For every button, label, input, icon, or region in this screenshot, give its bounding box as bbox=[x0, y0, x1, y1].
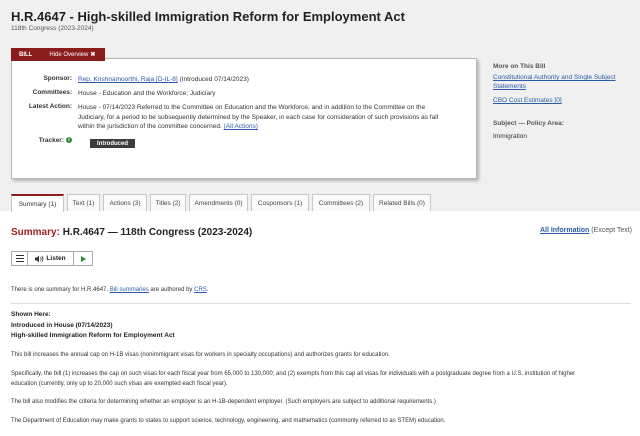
more-on-bill-heading: More on This Bill bbox=[493, 63, 546, 70]
sponsor-label: Sponsor: bbox=[43, 75, 72, 82]
introduced-version: Introduced in House (07/14/2023) bbox=[11, 321, 113, 329]
summary-paragraph: Specifically, the bill (1) increases the… bbox=[11, 371, 576, 387]
all-information: All Information (Except Text) bbox=[539, 227, 632, 234]
summary-heading: Summary: H.R.4647 — 118th Congress (2023… bbox=[11, 227, 253, 238]
tab-committees[interactable]: Committees (2) bbox=[312, 194, 370, 211]
hide-overview-button[interactable]: Hide Overview bbox=[49, 52, 88, 58]
cbo-cost-estimates-link[interactable]: CBO Cost Estimates [0] bbox=[493, 96, 616, 105]
act-title: High-skilled Immigration Reform for Empl… bbox=[11, 332, 175, 339]
committees-value: House - Education and the Workforce; Jud… bbox=[78, 90, 216, 97]
committees-label: Committees: bbox=[32, 89, 72, 96]
sponsor-note: (Introduced 07/14/2023) bbox=[179, 76, 249, 83]
latest-action-line: Judiciary, for a period to be subsequent… bbox=[78, 113, 439, 121]
sidebar-links: Constitutional Authority and Single Subj… bbox=[493, 73, 616, 105]
more-on-bill: More on This Bill bbox=[493, 63, 545, 70]
subject-heading: Subject — Policy Area: bbox=[493, 120, 564, 127]
tab-amendments[interactable]: Amendments (0) bbox=[189, 194, 248, 211]
bill-tabs: Summary (1) Text (1) Actions (3) Titles … bbox=[11, 194, 434, 212]
all-information-link[interactable]: All Information bbox=[540, 227, 589, 234]
shown-here-label: Shown Here: bbox=[11, 311, 51, 318]
all-actions-link[interactable]: (All Actions) bbox=[224, 123, 258, 130]
crs-link[interactable]: CRS bbox=[194, 287, 207, 293]
speaker-icon bbox=[35, 255, 44, 262]
constitutional-authority-link-cont[interactable]: Statements bbox=[493, 82, 616, 91]
divider bbox=[11, 303, 631, 304]
tab-summary[interactable]: Summary (1) bbox=[11, 194, 64, 212]
summary-paragraph: The bill also modifies the criteria for … bbox=[11, 399, 436, 405]
bill-overview-tab: BILL Hide Overview ✖ bbox=[11, 48, 105, 61]
bill-summaries-link[interactable]: Bill summaries bbox=[110, 287, 149, 293]
player-menu-icon[interactable] bbox=[12, 252, 28, 265]
tab-titles[interactable]: Titles (2) bbox=[150, 194, 186, 211]
constitutional-authority-link[interactable]: Constitutional Authority and Single Subj… bbox=[493, 73, 616, 82]
tab-cosponsors[interactable]: Cosponsors (1) bbox=[251, 194, 309, 211]
tracker-label: Tracker: i bbox=[12, 137, 72, 144]
bill-tab-label: BILL bbox=[19, 51, 33, 58]
tab-related-bills[interactable]: Related Bills (0) bbox=[373, 194, 431, 211]
header-band: H.R.4647 - High-skilled Immigration Refo… bbox=[0, 0, 640, 212]
play-button[interactable] bbox=[74, 252, 92, 265]
latest-action-line: within the jurisdiction of the committee… bbox=[78, 123, 258, 131]
latest-action-value: House - 07/14/2023 Referred to the Commi… bbox=[78, 103, 438, 132]
summary-paragraph: This bill increases the annual cap on H-… bbox=[11, 352, 390, 358]
latest-action-line: House - 07/14/2023 Referred to the Commi… bbox=[78, 104, 426, 111]
page-title: H.R.4647 - High-skilled Immigration Refo… bbox=[11, 9, 405, 24]
tracker-status-badge: Introduced bbox=[90, 139, 135, 148]
info-icon[interactable]: i bbox=[66, 137, 72, 144]
subject-value: Immigration bbox=[493, 133, 527, 140]
shown-here-block: Shown Here: Introduced in House (07/14/2… bbox=[11, 310, 175, 342]
close-icon[interactable]: ✖ bbox=[90, 51, 95, 58]
summary-intro: There is one summary for H.R.4647. Bill … bbox=[11, 287, 209, 293]
latest-action-label: Latest Action: bbox=[28, 103, 72, 110]
tab-text[interactable]: Text (1) bbox=[67, 194, 100, 211]
sponsor-value: Rep. Krishnamoorthi, Raja [D-IL-8] (Intr… bbox=[78, 75, 249, 85]
tab-actions[interactable]: Actions (3) bbox=[103, 194, 147, 211]
congress-subtitle: 118th Congress (2023-2024) bbox=[11, 25, 94, 32]
summary-paragraph: The Department of Education may make gra… bbox=[11, 418, 446, 424]
sponsor-link[interactable]: Rep. Krishnamoorthi, Raja [D-IL-8] bbox=[78, 76, 178, 83]
listen-player: Listen bbox=[11, 251, 93, 266]
bill-overview-panel: Sponsor: Rep. Krishnamoorthi, Raja [D-IL… bbox=[11, 58, 477, 179]
subject-section: Subject — Policy Area: Immigration bbox=[493, 120, 564, 140]
play-icon bbox=[80, 255, 86, 262]
listen-button[interactable]: Listen bbox=[28, 252, 74, 265]
